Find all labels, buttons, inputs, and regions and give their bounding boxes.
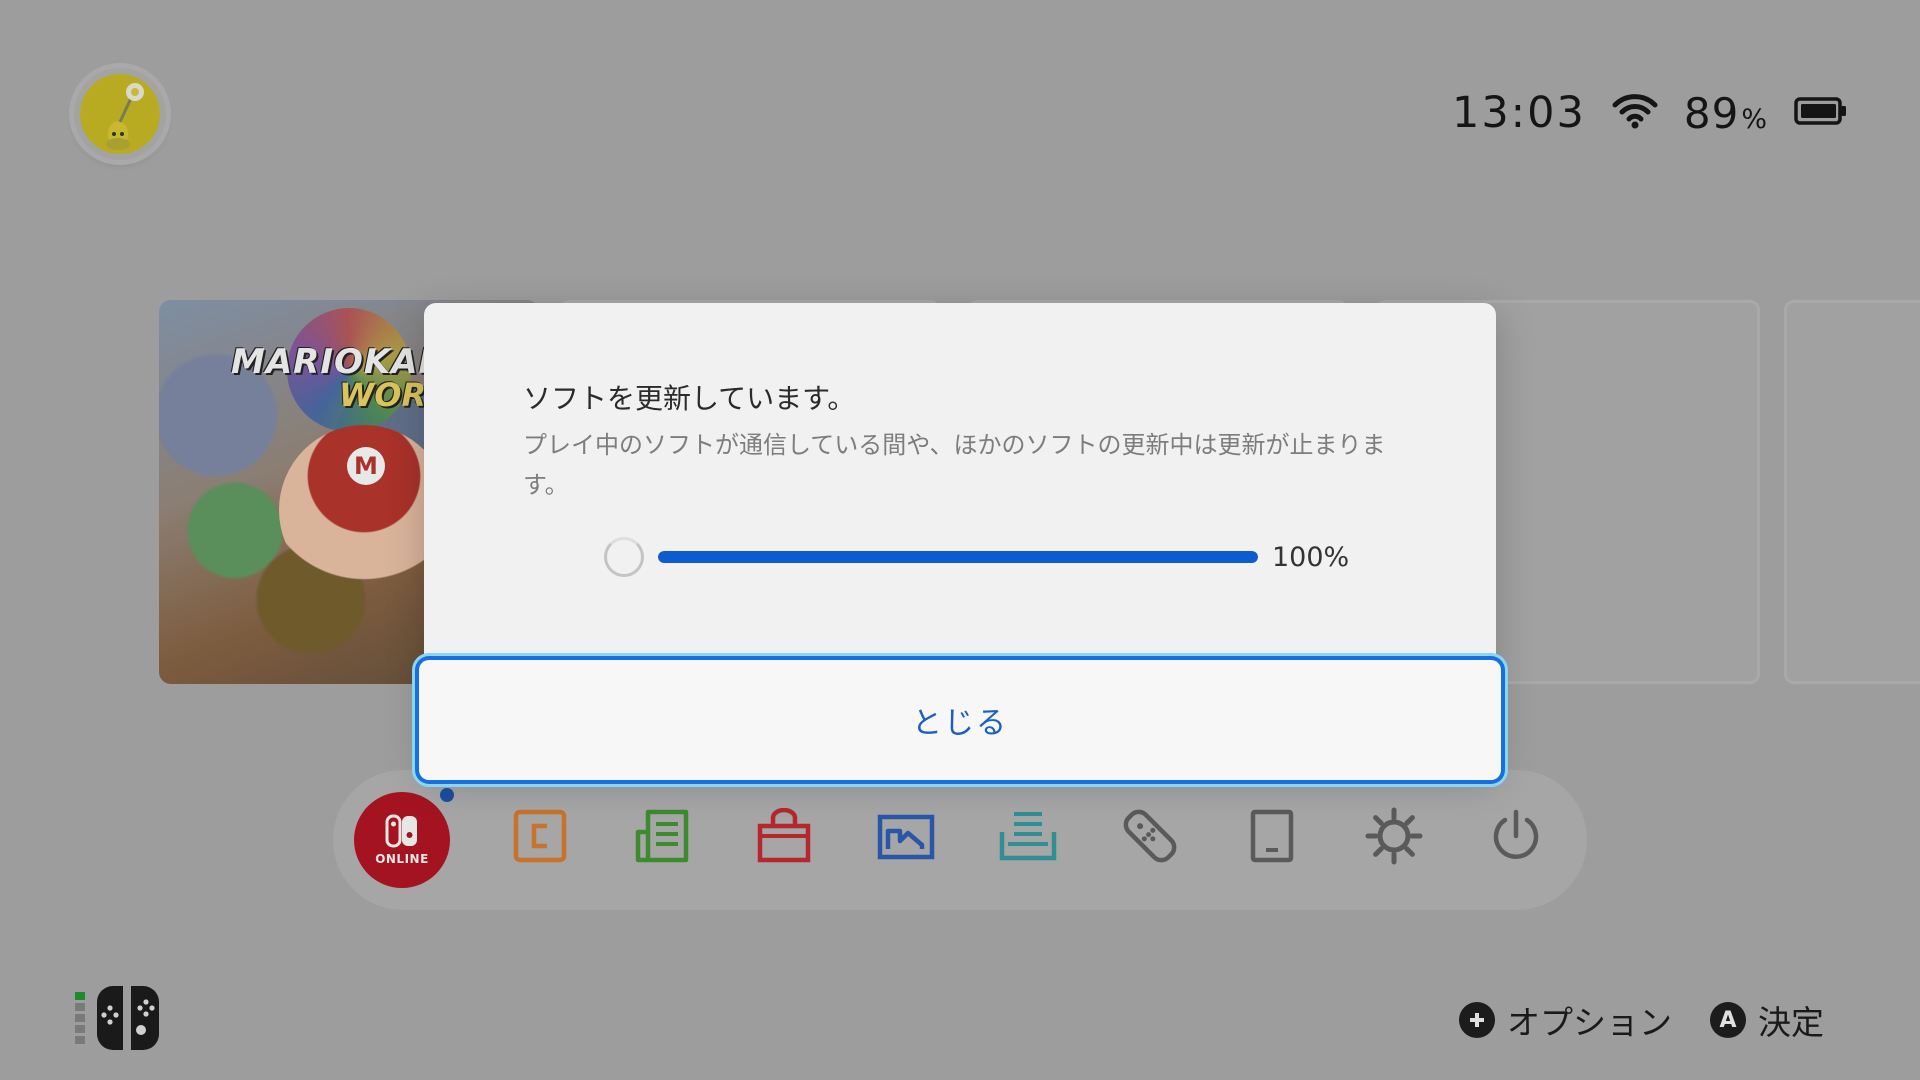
news-icon	[635, 809, 689, 863]
game-card-icon	[999, 812, 1057, 861]
album-button[interactable]	[856, 786, 956, 886]
online-label: ONLINE	[375, 852, 429, 866]
eshop-icon	[757, 808, 811, 863]
settings-icon	[1365, 807, 1423, 865]
gamechat-icon	[513, 809, 567, 863]
nintendo-switch-online-icon	[385, 814, 417, 848]
joy-con-icon	[97, 986, 159, 1050]
update-progress: 100%	[604, 535, 1364, 579]
controller-status	[75, 985, 161, 1051]
progress-bar	[658, 551, 1258, 563]
tablet-button[interactable]	[1222, 786, 1322, 886]
plus-button-icon	[1459, 1002, 1495, 1038]
options-label: オプション	[1507, 1003, 1672, 1042]
album-icon	[877, 814, 935, 860]
eshop-button[interactable]	[734, 786, 834, 886]
tablet-icon	[1250, 809, 1294, 863]
dialog-title: ソフトを更新しています。	[523, 382, 856, 415]
settings-button[interactable]	[1344, 786, 1444, 886]
cap-letter: M	[347, 447, 385, 485]
notification-dot	[440, 788, 454, 802]
gamechat-button[interactable]	[490, 786, 590, 886]
news-button[interactable]	[612, 786, 712, 886]
controllers-button[interactable]	[1100, 786, 1200, 886]
close-button[interactable]: とじる	[414, 655, 1506, 785]
confirm-hint[interactable]: A 決定	[1710, 996, 1824, 1044]
progress-percentage: 100%	[1272, 541, 1350, 573]
dialog-message: プレイ中のソフトが通信している間や、ほかのソフトの更新中は更新が止まります。	[523, 431, 1386, 499]
game-card-button[interactable]	[978, 786, 1078, 886]
game-tile-empty[interactable]	[1784, 300, 1920, 684]
controllers-icon	[1123, 809, 1177, 863]
loading-spinner-icon	[604, 537, 644, 577]
nintendo-switch-online-button[interactable]: ONLINE	[354, 792, 450, 888]
a-button-icon: A	[1710, 1002, 1746, 1038]
home-screen: 13:03 89% MARIOKART WORLD M ONLINE オプション…	[0, 0, 1920, 1080]
options-hint[interactable]: オプション	[1459, 996, 1672, 1044]
footer-hints: オプション A 決定	[1459, 995, 1824, 1045]
signal-bars	[75, 992, 85, 1044]
power-button[interactable]	[1466, 786, 1566, 886]
power-icon	[1493, 809, 1539, 859]
game-logo: MARIOKART WORLD	[229, 308, 473, 438]
confirm-label: 決定	[1758, 1003, 1824, 1042]
progress-bar-fill	[658, 551, 1258, 563]
